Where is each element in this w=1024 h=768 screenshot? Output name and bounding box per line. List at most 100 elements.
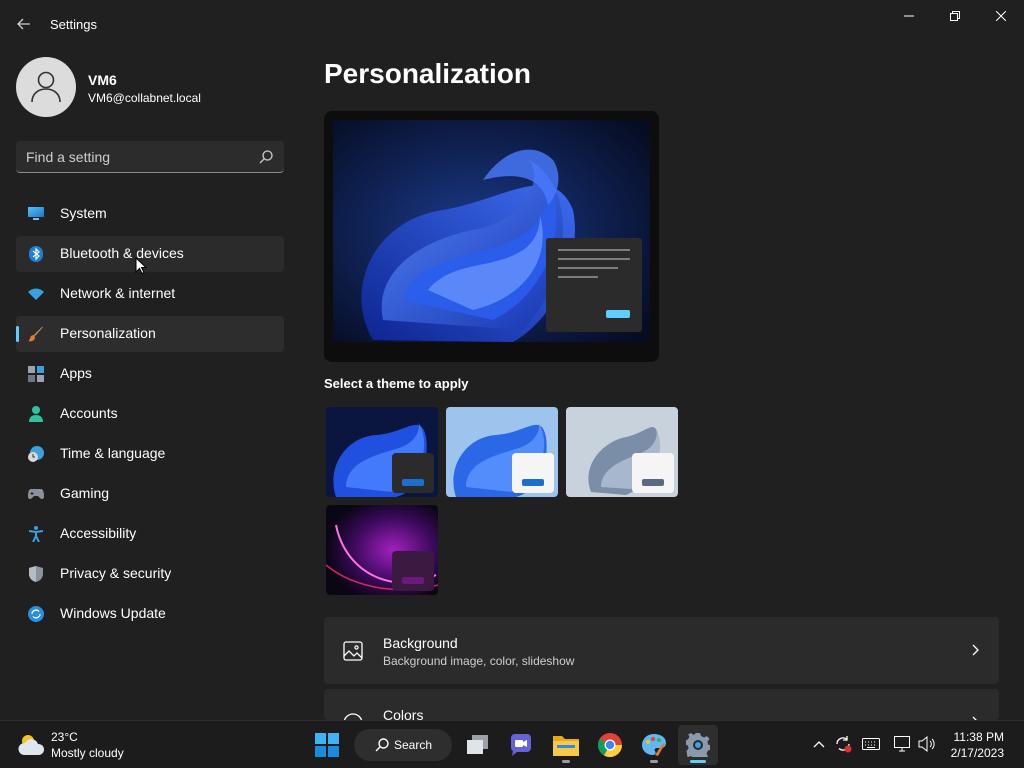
gamepad-icon xyxy=(28,486,44,502)
weather-widget[interactable]: 23°C Mostly cloudy xyxy=(18,729,158,761)
active-indicator xyxy=(690,760,706,763)
paint-palette-icon xyxy=(642,734,666,756)
theme-window-sample xyxy=(392,551,434,591)
theme-windows-light[interactable] xyxy=(446,407,558,497)
sidebar-item-label: Bluetooth & devices xyxy=(60,245,184,261)
system-icon xyxy=(28,206,44,222)
sidebar-nav: System Bluetooth & devices Network & int… xyxy=(16,196,284,636)
search-input[interactable] xyxy=(26,141,246,172)
theme-preview xyxy=(324,111,659,362)
clock-date: 2/17/2023 xyxy=(950,746,1004,760)
close-button[interactable] xyxy=(978,0,1024,32)
person-icon xyxy=(28,406,44,422)
theme-accent-swatch xyxy=(522,479,544,486)
palette-icon xyxy=(343,713,363,720)
sidebar-item-system[interactable]: System xyxy=(16,196,284,232)
taskbar-search-button[interactable]: Search xyxy=(354,729,452,761)
keyboard-icon xyxy=(862,738,880,750)
restore-button[interactable] xyxy=(932,0,978,32)
sidebar-item-gaming[interactable]: Gaming xyxy=(16,476,284,512)
avatar[interactable] xyxy=(16,57,76,117)
image-icon xyxy=(343,641,363,661)
theme-accent-swatch xyxy=(402,577,424,584)
running-indicator xyxy=(650,760,658,763)
folder-icon xyxy=(553,736,579,756)
sidebar-item-label: Network & internet xyxy=(60,285,176,301)
file-explorer-button[interactable] xyxy=(546,725,586,765)
theme-windows-dark[interactable] xyxy=(326,407,438,497)
sidebar-item-time-language[interactable]: Time & language xyxy=(16,436,284,472)
sidebar-item-label: Time & language xyxy=(60,445,166,461)
start-button[interactable] xyxy=(307,725,347,765)
card-subtitle: Background image, color, slideshow xyxy=(383,654,575,668)
chrome-button[interactable] xyxy=(590,725,630,765)
page-title: Personalization xyxy=(324,58,531,89)
sidebar-item-bluetooth[interactable]: Bluetooth & devices xyxy=(16,236,284,272)
colors-setting-card[interactable]: Colors xyxy=(324,689,999,720)
taskbar-search-label: Search xyxy=(394,738,433,752)
title-bar: Settings xyxy=(0,0,1024,48)
sidebar-item-personalization[interactable]: Personalization xyxy=(16,316,284,352)
back-button[interactable] xyxy=(10,10,38,38)
person-icon xyxy=(31,71,61,103)
tray-volume[interactable] xyxy=(918,735,936,753)
search-box[interactable] xyxy=(16,141,284,173)
background-setting-card[interactable]: Background Background image, color, slid… xyxy=(324,617,999,684)
tray-sync-status[interactable] xyxy=(834,735,852,753)
sidebar-item-windows-update[interactable]: Windows Update xyxy=(16,596,284,632)
teams-chat-button[interactable] xyxy=(501,725,541,765)
sidebar-item-label: System xyxy=(60,205,107,221)
sidebar-item-apps[interactable]: Apps xyxy=(16,356,284,392)
chevron-right-icon xyxy=(972,644,979,656)
weather-temp: 23°C xyxy=(51,730,78,744)
sync-alert-icon xyxy=(836,736,852,753)
sidebar-item-accounts[interactable]: Accounts xyxy=(16,396,284,432)
minimize-button[interactable] xyxy=(886,0,932,32)
cloudy-weather-icon xyxy=(18,735,45,755)
theme-captured-motion[interactable] xyxy=(326,505,438,595)
accessibility-icon xyxy=(28,526,44,542)
apps-icon xyxy=(28,366,44,382)
shield-icon xyxy=(28,566,44,582)
tray-keyboard[interactable] xyxy=(862,735,880,753)
search-icon xyxy=(375,738,389,752)
gear-icon xyxy=(686,733,710,757)
tray-network[interactable] xyxy=(894,735,912,753)
wallpaper-bloom-image xyxy=(333,120,650,342)
card-title: Background xyxy=(383,635,458,651)
chrome-icon xyxy=(598,733,622,757)
theme-window-sample xyxy=(512,453,554,493)
chat-icon xyxy=(511,734,531,756)
sidebar-item-label: Windows Update xyxy=(60,605,166,621)
wifi-icon xyxy=(28,286,44,302)
running-indicator xyxy=(562,760,570,763)
theme-glow[interactable] xyxy=(566,407,678,497)
sidebar-item-label: Accessibility xyxy=(60,525,137,541)
sidebar-item-network[interactable]: Network & internet xyxy=(16,276,284,312)
task-view-button[interactable] xyxy=(458,725,498,765)
sidebar-item-label: Accounts xyxy=(60,405,118,421)
weather-desc: Mostly cloudy xyxy=(51,746,124,760)
close-icon xyxy=(996,11,1006,21)
settings-button[interactable] xyxy=(678,725,718,765)
sidebar-item-privacy[interactable]: Privacy & security xyxy=(16,556,284,592)
sidebar-item-label: Apps xyxy=(60,365,92,381)
user-email: VM6@collabnet.local xyxy=(88,91,201,105)
clock-globe-icon xyxy=(28,446,44,462)
clock-time: 11:38 PM xyxy=(953,730,1004,744)
paint-button[interactable] xyxy=(634,725,674,765)
minimize-icon xyxy=(904,15,914,17)
bluetooth-icon xyxy=(28,246,44,262)
chevron-up-icon xyxy=(813,741,825,748)
themes-heading: Select a theme to apply xyxy=(324,376,469,391)
sidebar-item-accessibility[interactable]: Accessibility xyxy=(16,516,284,552)
desktop-preview xyxy=(333,120,650,342)
app-title: Settings xyxy=(50,17,97,32)
search-icon[interactable] xyxy=(258,149,274,165)
sidebar-item-label: Gaming xyxy=(60,485,110,501)
sidebar-item-label: Privacy & security xyxy=(60,565,172,581)
user-name: VM6 xyxy=(88,72,117,88)
taskbar: 23°C Mostly cloudy Search 11:38 PM 2/17/… xyxy=(0,720,1024,768)
show-hidden-icons-button[interactable] xyxy=(810,735,828,753)
brush-icon xyxy=(28,326,44,342)
